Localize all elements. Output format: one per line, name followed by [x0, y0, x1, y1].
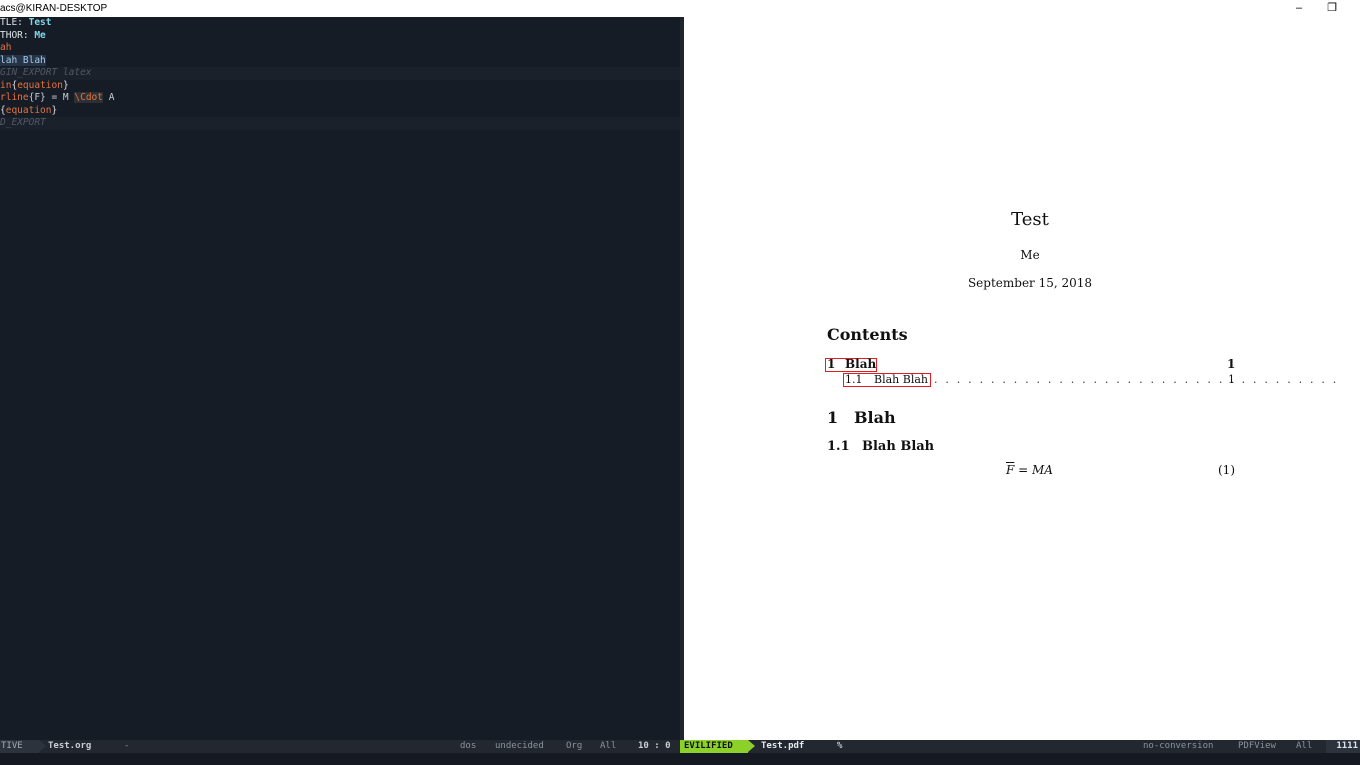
- major-mode[interactable]: PDFView: [1238, 740, 1276, 753]
- subsection-number: 1.1: [827, 439, 850, 454]
- editor-line-begin-equation[interactable]: in{equation}: [0, 80, 680, 93]
- buffer-name[interactable]: Test.pdf: [761, 740, 804, 753]
- org-heading-2: lah Blah: [0, 54, 46, 66]
- evil-state-indicator: EVILIFIED: [680, 740, 748, 753]
- editor-line-author[interactable]: THOR: Me: [0, 30, 680, 43]
- latex-text: {F} = M: [28, 92, 75, 103]
- editor-line-end-export[interactable]: D_EXPORT: [0, 117, 680, 130]
- equation-equals: =: [1014, 463, 1033, 477]
- editor-line-begin-export[interactable]: GIN_EXPORT latex: [0, 67, 680, 80]
- org-editor-pane[interactable]: TLE: Test THOR: Me ah lah Blah GIN_EXPOR…: [0, 17, 680, 740]
- buffer-position: All: [600, 741, 617, 751]
- equation-rhs: MA: [1032, 463, 1053, 477]
- contents-heading: Contents: [827, 325, 908, 344]
- org-heading-1: ah: [0, 42, 12, 53]
- editor-line-title[interactable]: TLE: Test: [0, 17, 680, 30]
- window-titlebar: acs@KIRAN-DESKTOP – ❐: [0, 0, 1360, 17]
- latex-command: rline: [0, 92, 29, 103]
- editor-line-formula[interactable]: rline{F} = M \Cdot A: [0, 92, 680, 105]
- section-title: Blah: [854, 408, 896, 427]
- subsection-title: Blah Blah: [862, 439, 935, 454]
- minibuffer[interactable]: [0, 753, 1360, 765]
- coding-system[interactable]: undecided: [495, 740, 544, 753]
- pdf-view-pane[interactable]: Test Me September 15, 2018 Contents 1 Bl…: [684, 17, 1360, 740]
- latex-env-name: equation: [17, 79, 63, 91]
- editor-line-end-equation[interactable]: {equation}: [0, 105, 680, 118]
- document-author: Me: [1020, 248, 1040, 262]
- major-mode[interactable]: Org: [566, 740, 582, 753]
- toc-leader-dots: . . . . . . . . . . . . . . . . . . . . …: [934, 373, 1339, 386]
- coding-system[interactable]: no-conversion: [1143, 740, 1213, 753]
- toc-subentry-page: 1: [1228, 373, 1235, 386]
- window-title: acs@KIRAN-DESKTOP: [0, 3, 108, 14]
- author-keyword: THOR:: [0, 29, 35, 41]
- toc-entry-page: 1: [1227, 357, 1236, 371]
- eol-type[interactable]: dos: [460, 740, 476, 753]
- latex-command: \Cdot: [74, 92, 103, 103]
- latex-brace: }: [51, 104, 58, 116]
- modeline-right: EVILIFIED Test.pdf % no-conversion PDFVi…: [680, 740, 1360, 753]
- toc-subentry-number: 1.1: [845, 373, 863, 386]
- equation-number: (1): [1218, 463, 1235, 477]
- editor-line-heading2[interactable]: lah Blah: [0, 54, 680, 68]
- buffer-position: All: [1296, 741, 1313, 751]
- pdf-page-indicator: 1111: [1326, 740, 1360, 753]
- end-export-block: D_EXPORT: [0, 117, 46, 128]
- editor-line-heading1[interactable]: ah: [0, 42, 680, 55]
- document-date: September 15, 2018: [967, 276, 1093, 290]
- title-value: Test: [28, 17, 52, 28]
- buffer-name[interactable]: Test.org: [48, 740, 91, 753]
- evil-state-indicator: TIVE: [0, 740, 39, 753]
- equation: F = MA: [1006, 463, 1053, 477]
- latex-env-name: equation: [5, 104, 52, 116]
- modeline-left: TIVE Test.org - dos undecided Org All 10…: [0, 740, 680, 753]
- toc-entry-number: 1: [827, 357, 836, 371]
- latex-brace: }: [62, 79, 69, 91]
- toc-subentry-label: Blah Blah: [874, 373, 928, 386]
- begin-export-block: GIN_EXPORT latex: [0, 67, 92, 78]
- restore-button[interactable]: ❐: [1322, 0, 1342, 17]
- latex-command: in: [0, 79, 12, 91]
- minimize-button[interactable]: –: [1289, 0, 1309, 17]
- buffer-modified-flag: -: [124, 741, 130, 751]
- toc-entry-label: Blah: [845, 357, 877, 371]
- author-value: Me: [34, 29, 46, 41]
- latex-text: A: [102, 92, 115, 103]
- section-number: 1: [827, 408, 839, 427]
- powerline-separator: [39, 740, 46, 752]
- line-column: 10 : 0: [638, 741, 671, 751]
- powerline-separator: [748, 740, 755, 752]
- document-title: Test: [1011, 209, 1049, 230]
- title-keyword: TLE:: [0, 17, 29, 28]
- buffer-status: %: [837, 741, 843, 751]
